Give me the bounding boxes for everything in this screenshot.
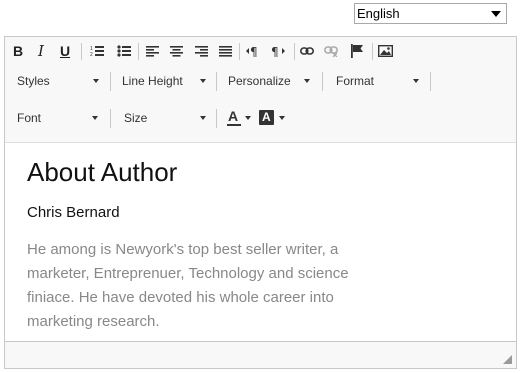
- size-dropdown[interactable]: Size: [124, 108, 210, 128]
- author-name: Chris Bernard: [27, 204, 120, 221]
- font-color-swatch: [227, 124, 241, 126]
- toolbar-row-formatting: B I U 1 2 ¶ ¶: [5, 37, 516, 65]
- line-height-dropdown[interactable]: Line Height: [122, 71, 208, 91]
- background-color-button[interactable]: A: [258, 108, 288, 128]
- align-left-icon: [145, 45, 159, 57]
- align-left-button[interactable]: [143, 42, 161, 60]
- anchor-button[interactable]: [348, 42, 366, 60]
- toolbar-divider: [216, 72, 217, 91]
- underline-icon: U: [59, 43, 71, 59]
- chevron-down-icon: [279, 116, 285, 120]
- ltr-direction-icon: ¶: [246, 45, 258, 57]
- toolbar-divider: [81, 43, 82, 60]
- italic-icon: I: [38, 42, 44, 60]
- styles-dropdown[interactable]: Styles: [17, 71, 103, 91]
- align-center-button[interactable]: [167, 42, 185, 60]
- personalize-dropdown[interactable]: Personalize: [228, 71, 314, 91]
- toolbar-divider: [138, 43, 139, 60]
- unlink-icon: [324, 46, 338, 57]
- align-right-icon: [194, 45, 208, 57]
- toolbar-divider: [239, 43, 240, 60]
- remove-link-button[interactable]: [322, 42, 340, 60]
- chevron-down-icon: [413, 79, 419, 83]
- svg-text:2: 2: [90, 52, 93, 57]
- flag-icon: [351, 44, 363, 58]
- content-heading: About Author: [27, 157, 178, 187]
- background-color-letter: A: [262, 110, 271, 124]
- align-center-icon: [169, 45, 183, 57]
- chevron-down-icon: [93, 79, 99, 83]
- font-color-button[interactable]: A: [226, 108, 252, 128]
- toolbar-divider: [294, 43, 295, 60]
- font-dropdown[interactable]: Font: [17, 108, 103, 128]
- insert-image-button[interactable]: [376, 42, 394, 60]
- toolbar-divider: [110, 72, 111, 91]
- align-justify-button[interactable]: [216, 42, 234, 60]
- styles-dropdown-label: Styles: [17, 74, 50, 88]
- underline-button[interactable]: U: [56, 42, 74, 60]
- chevron-down-icon: [304, 79, 310, 83]
- font-dropdown-label: Font: [17, 111, 42, 125]
- chevron-down-icon: [245, 116, 251, 120]
- language-select-value: English: [357, 6, 400, 21]
- rtl-direction-icon: ¶: [271, 45, 285, 57]
- resize-handle-icon[interactable]: [503, 355, 512, 364]
- editor-content[interactable]: About Author Chris Bernard He among is N…: [5, 143, 516, 342]
- rtl-button[interactable]: ¶: [269, 42, 287, 60]
- editor-toolbar: B I U 1 2 ¶ ¶ Styles Line Height Persona…: [5, 37, 516, 143]
- ordered-list-icon: 1 2: [90, 46, 104, 57]
- link-icon: [300, 47, 314, 55]
- font-color-icon: A: [228, 108, 239, 124]
- rich-text-editor: B I U 1 2 ¶ ¶ Styles Line Height Persona…: [4, 36, 517, 369]
- italic-button[interactable]: I: [32, 42, 50, 60]
- align-right-button[interactable]: [192, 42, 210, 60]
- toolbar-divider: [430, 72, 431, 91]
- ordered-list-button[interactable]: 1 2: [88, 42, 106, 60]
- toolbar-divider: [216, 109, 217, 128]
- format-dropdown[interactable]: Format: [336, 71, 422, 91]
- insert-link-button[interactable]: [298, 42, 316, 60]
- author-bio: He among is Newyork's top best seller wr…: [27, 241, 349, 330]
- image-icon: [377, 45, 393, 57]
- chevron-down-icon: [200, 116, 206, 120]
- chevron-down-icon: [491, 11, 501, 17]
- align-justify-icon: [218, 45, 232, 57]
- svg-text:¶: ¶: [250, 45, 258, 57]
- personalize-dropdown-label: Personalize: [228, 74, 291, 88]
- unordered-list-icon: [117, 45, 131, 57]
- language-select[interactable]: English: [354, 3, 507, 24]
- toolbar-divider: [372, 43, 373, 60]
- bold-icon: B: [12, 43, 24, 59]
- toolbar-divider: [110, 109, 111, 128]
- editor-statusbar: [5, 341, 516, 368]
- unordered-list-button[interactable]: [115, 42, 133, 60]
- format-dropdown-label: Format: [336, 74, 375, 88]
- toolbar-divider: [322, 72, 323, 91]
- svg-text:¶: ¶: [271, 45, 279, 57]
- chevron-down-icon: [92, 116, 98, 120]
- size-dropdown-label: Size: [124, 111, 148, 125]
- ltr-button[interactable]: ¶: [244, 42, 262, 60]
- bold-button[interactable]: B: [9, 42, 27, 60]
- line-height-dropdown-label: Line Height: [122, 74, 183, 88]
- chevron-down-icon: [200, 79, 206, 83]
